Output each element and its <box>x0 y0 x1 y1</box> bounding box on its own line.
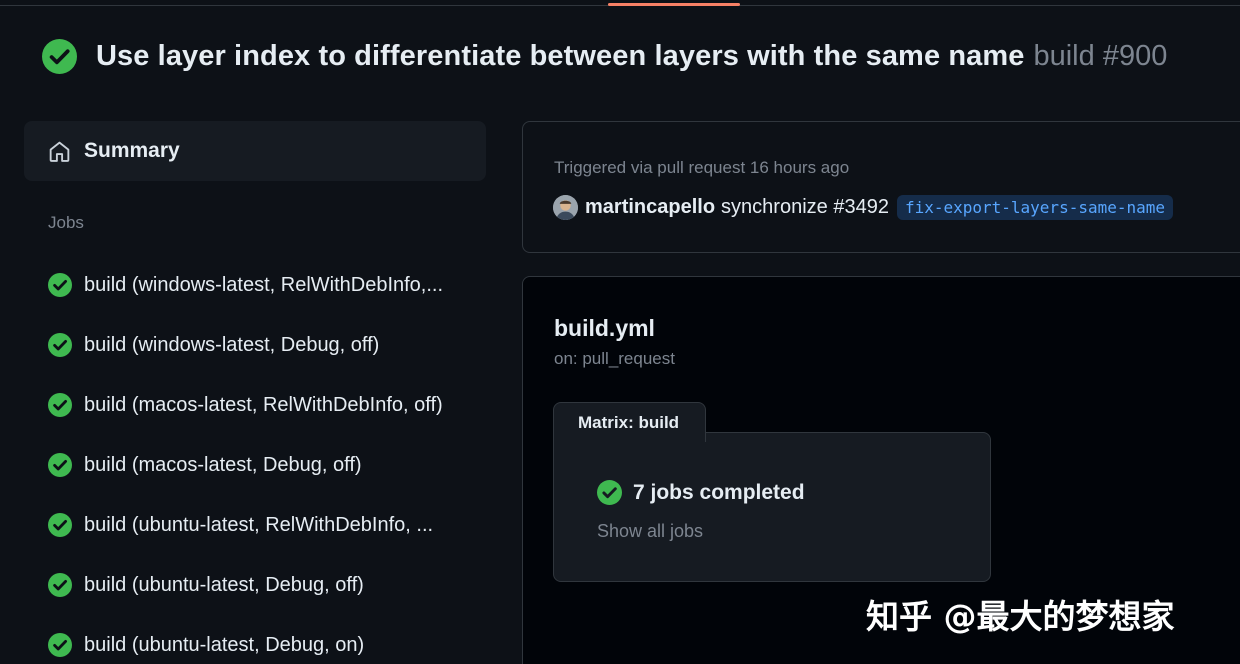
success-check-icon <box>48 453 72 477</box>
matrix-tab: Matrix: build <box>553 402 706 442</box>
user-avatar[interactable] <box>553 194 578 220</box>
jobs-heading: Jobs <box>48 213 84 232</box>
success-check-icon <box>48 573 72 597</box>
run-title: Use layer index to differentiate between… <box>96 39 1025 72</box>
trigger-event-link[interactable]: synchronize #3492 <box>721 196 889 219</box>
branch-label[interactable]: fix-export-layers-same-name <box>896 194 1174 220</box>
sidebar-job-item[interactable]: build (windows-latest, RelWithDebInfo,..… <box>48 270 478 300</box>
matrix-tab-label: Matrix: build <box>578 412 680 432</box>
sidebar-job-item[interactable]: build (macos-latest, Debug, off) <box>48 450 478 480</box>
trigger-actor-row: martincapello synchronize #3492 fix-expo… <box>553 193 1174 221</box>
matrix-status-text: 7 jobs completed <box>633 480 805 504</box>
success-check-icon <box>42 38 77 74</box>
show-all-jobs-link[interactable]: Show all jobs <box>597 521 703 542</box>
job-label: build (macos-latest, RelWithDebInfo, off… <box>84 393 443 416</box>
sidebar-job-item[interactable]: build (ubuntu-latest, Debug, off) <box>48 570 478 600</box>
sidebar-item-summary[interactable]: Summary <box>24 121 486 181</box>
job-label: build (windows-latest, Debug, off) <box>84 333 380 356</box>
home-icon <box>49 141 70 162</box>
success-check-icon <box>48 633 72 657</box>
job-label: build (ubuntu-latest, Debug, off) <box>84 573 364 596</box>
trigger-text: Triggered via pull request 16 hours ago <box>554 158 850 177</box>
workflow-trigger: on: pull_request <box>554 349 675 368</box>
success-check-icon <box>597 480 622 505</box>
run-title-row: Use layer index to differentiate between… <box>42 38 1167 74</box>
active-tab-underline <box>608 3 740 6</box>
watermark: 知乎 @最大的梦想家 <box>866 597 1175 636</box>
matrix-status-row: 7 jobs completed <box>597 480 805 505</box>
sidebar-item-label: Summary <box>84 139 180 162</box>
success-check-icon <box>48 333 72 357</box>
success-check-icon <box>48 393 72 417</box>
workflow-run-page: Use layer index to differentiate between… <box>0 0 1240 664</box>
success-check-icon <box>48 273 72 297</box>
sidebar-job-item[interactable]: build (windows-latest, Debug, off) <box>48 330 478 360</box>
sidebar-job-item[interactable]: build (macos-latest, RelWithDebInfo, off… <box>48 390 478 420</box>
workflow-file-name: build.yml <box>554 315 655 341</box>
actor-link[interactable]: martincapello <box>585 196 715 219</box>
trigger-card: Triggered via pull request 16 hours ago … <box>522 121 1240 253</box>
sidebar-job-item[interactable]: build (ubuntu-latest, RelWithDebInfo, ..… <box>48 510 478 540</box>
matrix-group: 7 jobs completed Show all jobs <box>553 432 991 582</box>
sidebar-job-item[interactable]: build (ubuntu-latest, Debug, on) <box>48 630 478 660</box>
job-label: build (ubuntu-latest, RelWithDebInfo, ..… <box>84 513 434 536</box>
run-build-number: build #900 <box>1033 39 1168 72</box>
job-label: build (ubuntu-latest, Debug, on) <box>84 633 365 656</box>
job-label: build (windows-latest, RelWithDebInfo,..… <box>84 273 444 296</box>
success-check-icon <box>48 513 72 537</box>
job-label: build (macos-latest, Debug, off) <box>84 453 362 476</box>
